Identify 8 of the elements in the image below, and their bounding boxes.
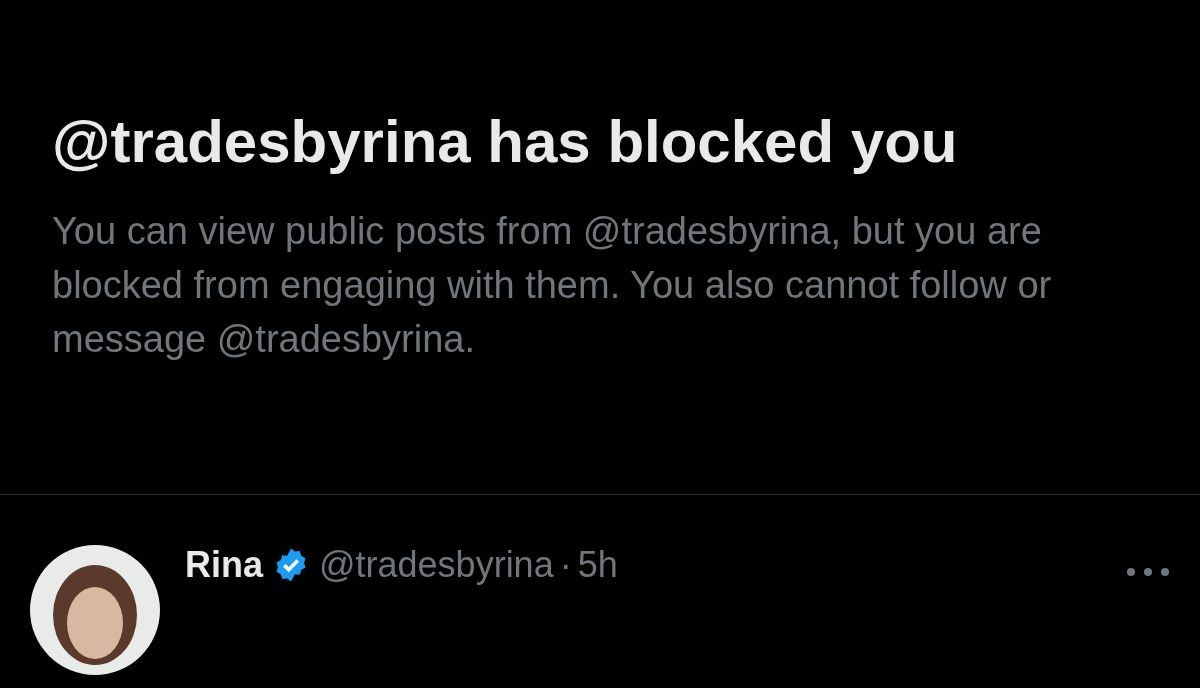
post-time: 5h: [577, 545, 618, 585]
blocked-message: You can view public posts from @tradesbyrina, but you are blocked from engaging with them. You also cannot follow or message @tradesbyrina.: [52, 209, 1053, 362]
author-name[interactable]: Rina: [185, 545, 263, 585]
avatar[interactable]: [30, 545, 160, 675]
separator-dot: ·: [559, 545, 572, 585]
blocked-title: @tradesbyrina has blocked you: [52, 107, 959, 177]
author-handle[interactable]: @tradesbyrina: [319, 545, 554, 585]
more-icon[interactable]: [1126, 567, 1170, 577]
